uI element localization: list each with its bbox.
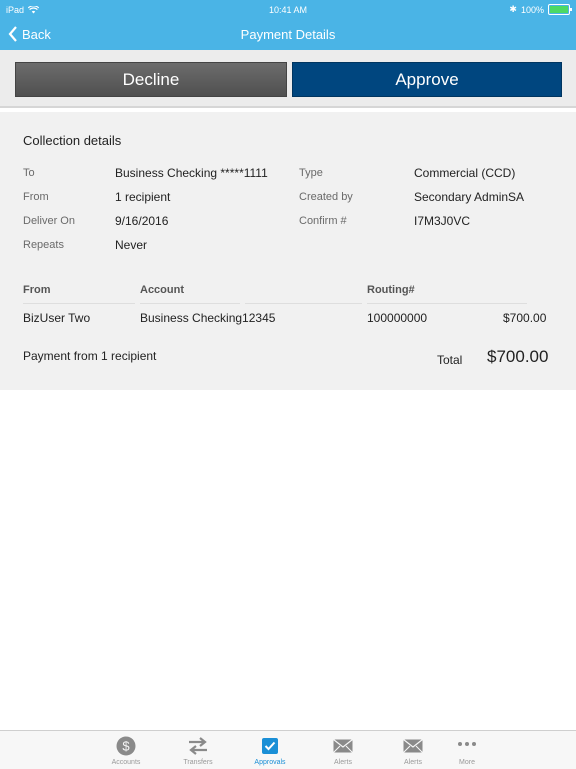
status-time: 10:41 AM [268, 5, 308, 15]
type-label: Type [299, 167, 323, 179]
column-header-routing: Routing# [367, 284, 415, 296]
collection-details-panel: Collection details To Business Checking … [0, 112, 576, 390]
status-bar: iPad 10:41 AM ✱ 100% [0, 0, 576, 20]
tab-more[interactable]: More [437, 735, 497, 766]
envelope-icon [403, 739, 423, 753]
confirm-label: Confirm # [299, 215, 347, 227]
row-routing: 100000000 [367, 311, 428, 325]
section-title: Collection details [23, 133, 122, 148]
confirm-value: I7M3J0VC [414, 214, 471, 228]
tab-transfers[interactable]: Transfers [168, 735, 228, 766]
total-value: $700.00 [487, 347, 549, 366]
created-by-label: Created by [299, 191, 353, 203]
tab-label: More [459, 759, 475, 766]
tab-label: Accounts [111, 759, 141, 766]
action-bar: Decline Approve [0, 50, 576, 108]
more-dots-icon [458, 742, 476, 746]
battery-icon [548, 4, 572, 15]
tab-accounts[interactable]: $ Accounts [96, 735, 156, 766]
transfer-arrows-icon [189, 737, 207, 755]
tab-label: Alerts [334, 759, 352, 766]
created-by-value: Secondary AdminSA [414, 190, 525, 204]
tab-label: Transfers [183, 759, 213, 766]
header-divider [23, 303, 135, 304]
header-divider [367, 303, 527, 304]
dollar-circle-icon: $ [116, 736, 136, 756]
page-title: Payment Details [240, 27, 336, 42]
column-header-from: From [23, 284, 51, 296]
from-value: 1 recipient [115, 190, 171, 204]
battery-percent: 100% [520, 4, 544, 15]
summary-text: Payment from 1 recipient [23, 349, 157, 363]
type-value: Commercial (CCD) [414, 166, 516, 180]
repeats-value: Never [115, 238, 148, 252]
to-value: Business Checking *****1111 [115, 166, 268, 180]
to-label: To [23, 167, 35, 179]
tab-bar: $ Accounts Transfers Approvals Alerts Al… [0, 730, 576, 769]
deliver-label: Deliver On [23, 215, 75, 227]
deliver-value: 9/16/2016 [115, 214, 169, 228]
column-header-account: Account [140, 284, 184, 296]
row-amount: $700.00 [503, 311, 547, 325]
row-account: Business Checking12345 [140, 311, 276, 325]
envelope-icon [333, 739, 353, 753]
tab-label: Alerts [404, 759, 422, 766]
total-label: Total [437, 353, 463, 367]
bluetooth-icon: ✱ [509, 4, 517, 14]
svg-text:$: $ [122, 739, 130, 754]
decline-button[interactable]: Decline [15, 62, 287, 97]
tab-label: Approvals [254, 759, 286, 766]
checkbox-icon [262, 738, 278, 754]
repeats-label: Repeats [23, 239, 64, 251]
status-right: ✱ 100% [509, 4, 572, 15]
approve-button[interactable]: Approve [292, 62, 562, 97]
header-divider [245, 303, 362, 304]
tab-alerts-2[interactable]: Alerts [383, 735, 443, 766]
tab-approvals[interactable]: Approvals [240, 735, 300, 766]
header-divider [140, 303, 240, 304]
nav-bar: Back Payment Details [0, 20, 576, 50]
row-from: BizUser Two [23, 311, 91, 325]
from-label: From [23, 191, 49, 203]
tab-alerts[interactable]: Alerts [313, 735, 373, 766]
